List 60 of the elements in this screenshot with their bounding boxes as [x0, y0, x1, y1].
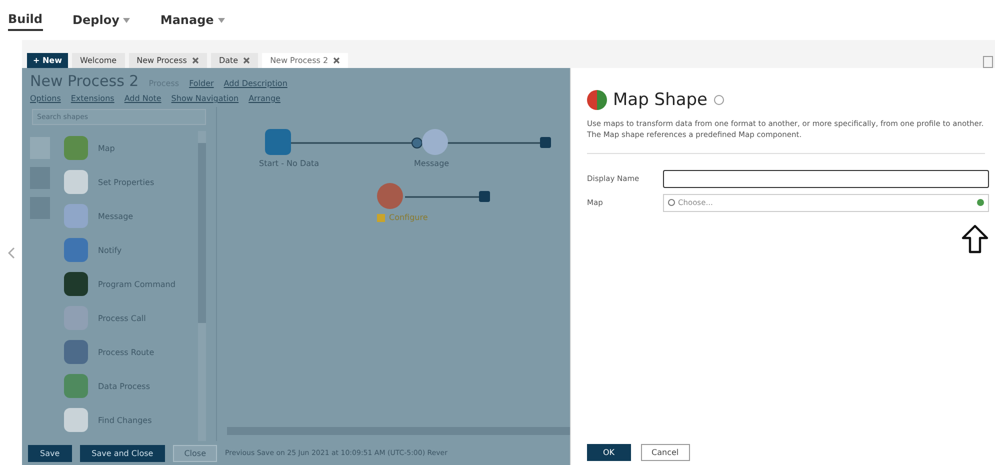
toolbar-link[interactable]: Options: [30, 94, 61, 103]
shape-item[interactable]: Set Properties: [64, 165, 198, 199]
toolbar-link[interactable]: Show Navigation: [171, 94, 239, 103]
header-link[interactable]: Add Description: [224, 79, 288, 88]
input-field[interactable]: [663, 170, 989, 188]
dialog-button[interactable]: Cancel: [640, 444, 690, 461]
shape-item[interactable]: Program Command: [64, 267, 198, 301]
scrollbar[interactable]: [227, 427, 570, 435]
up-arrow-icon: [961, 224, 989, 254]
shape-item[interactable]: Map: [64, 131, 198, 165]
shape-item[interactable]: Process Call: [64, 301, 198, 335]
scrollbar[interactable]: [198, 131, 206, 441]
map-shape-icon: [587, 90, 607, 110]
help-icon[interactable]: [714, 95, 724, 105]
nav-menu-item[interactable]: Build: [8, 9, 43, 31]
shape-item[interactable]: Process Route: [64, 335, 198, 369]
end-marker-icon: [479, 191, 490, 202]
header-link[interactable]: Folder: [189, 79, 214, 88]
connector-dot-icon: [412, 138, 422, 148]
end-marker-icon: [540, 137, 551, 148]
save-button[interactable]: Save and Close: [80, 444, 166, 462]
shape-node-icon[interactable]: [265, 129, 291, 155]
window-corner-icon[interactable]: [983, 56, 993, 68]
toolbar-link[interactable]: Arrange: [248, 94, 280, 103]
close-button[interactable]: Close: [173, 444, 218, 462]
toolbar-link[interactable]: Extensions: [70, 94, 114, 103]
node-label: Message: [414, 159, 450, 168]
tab[interactable]: New Process: [128, 53, 207, 68]
close-icon[interactable]: [192, 57, 199, 64]
process-title: New Process 2: [30, 72, 139, 90]
shape-icon: [64, 374, 88, 398]
dialog-button[interactable]: OK: [587, 444, 631, 461]
new-button[interactable]: + New: [27, 53, 68, 68]
shape-icon: [64, 238, 88, 262]
shape-item[interactable]: Notify: [64, 233, 198, 267]
close-icon[interactable]: [333, 57, 340, 64]
node-label: Start - No Data: [259, 159, 320, 168]
nav-menu-item[interactable]: Deploy: [72, 10, 130, 30]
shape-node-icon[interactable]: [422, 129, 448, 155]
shape-node-icon[interactable]: [377, 183, 403, 209]
shape-icon: [64, 170, 88, 194]
shape-item[interactable]: Data Process: [64, 369, 198, 403]
dialog-title: Map Shape: [613, 90, 708, 110]
shape-icon: [64, 136, 88, 160]
caret-icon: [218, 18, 225, 22]
toolbar-link[interactable]: Add Note: [124, 94, 162, 103]
shape-icon: [64, 408, 88, 432]
caret-icon: [123, 18, 130, 22]
shape-item[interactable]: Message: [64, 199, 198, 233]
nav-menu-item[interactable]: Manage: [160, 10, 225, 30]
shape-icon: [64, 272, 88, 296]
close-icon[interactable]: [243, 57, 250, 64]
tab[interactable]: Welcome: [72, 53, 125, 68]
save-button[interactable]: Save: [28, 444, 72, 462]
shape-icon: [64, 204, 88, 228]
node-label: Configure: [377, 213, 428, 222]
shape-icon: [64, 340, 88, 364]
shape-item[interactable]: Find Changes: [64, 403, 198, 437]
tab[interactable]: Date: [210, 53, 258, 68]
tab[interactable]: New Process 2: [262, 53, 348, 68]
